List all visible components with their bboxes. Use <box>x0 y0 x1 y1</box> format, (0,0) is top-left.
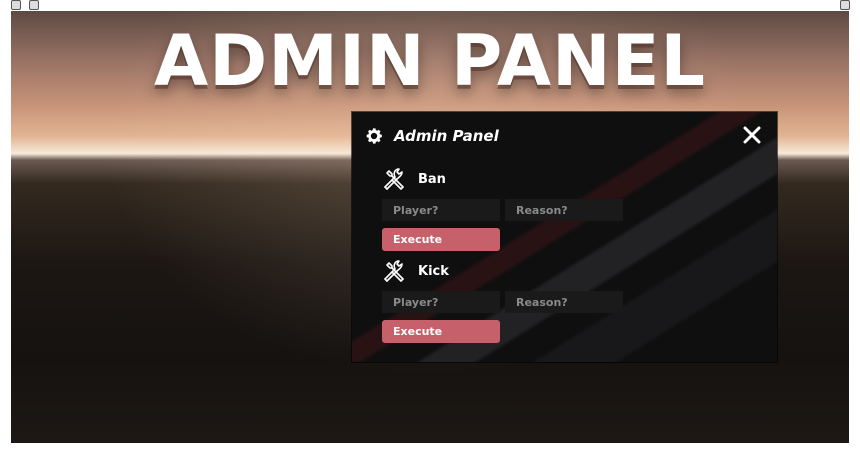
banner-title: ADMIN PANEL <box>154 20 706 102</box>
ban-section-title: Ban <box>418 171 446 187</box>
kick-player-input[interactable] <box>382 291 500 313</box>
window-corner-icon <box>11 0 21 10</box>
kick-section-title: Kick <box>418 263 449 279</box>
admin-panel: Admin Panel Ban Execute <box>352 112 777 362</box>
tools-icon <box>384 168 404 190</box>
panel-title: Admin Panel <box>394 127 499 145</box>
tools-icon <box>384 260 404 282</box>
close-button[interactable] <box>741 124 763 146</box>
kick-reason-input[interactable] <box>505 291 623 313</box>
ban-player-input[interactable] <box>382 199 500 221</box>
window-corner-icon <box>29 0 39 10</box>
panel-header: Admin Panel <box>364 124 499 148</box>
close-icon[interactable] <box>741 124 763 146</box>
ban-section-header: Ban <box>382 167 446 191</box>
kick-execute-button[interactable]: Execute <box>382 320 500 343</box>
gear-icon <box>366 128 382 144</box>
window-corner-icon <box>840 0 850 10</box>
ban-execute-button[interactable]: Execute <box>382 228 500 251</box>
ban-reason-input[interactable] <box>505 199 623 221</box>
kick-section-header: Kick <box>382 259 449 283</box>
